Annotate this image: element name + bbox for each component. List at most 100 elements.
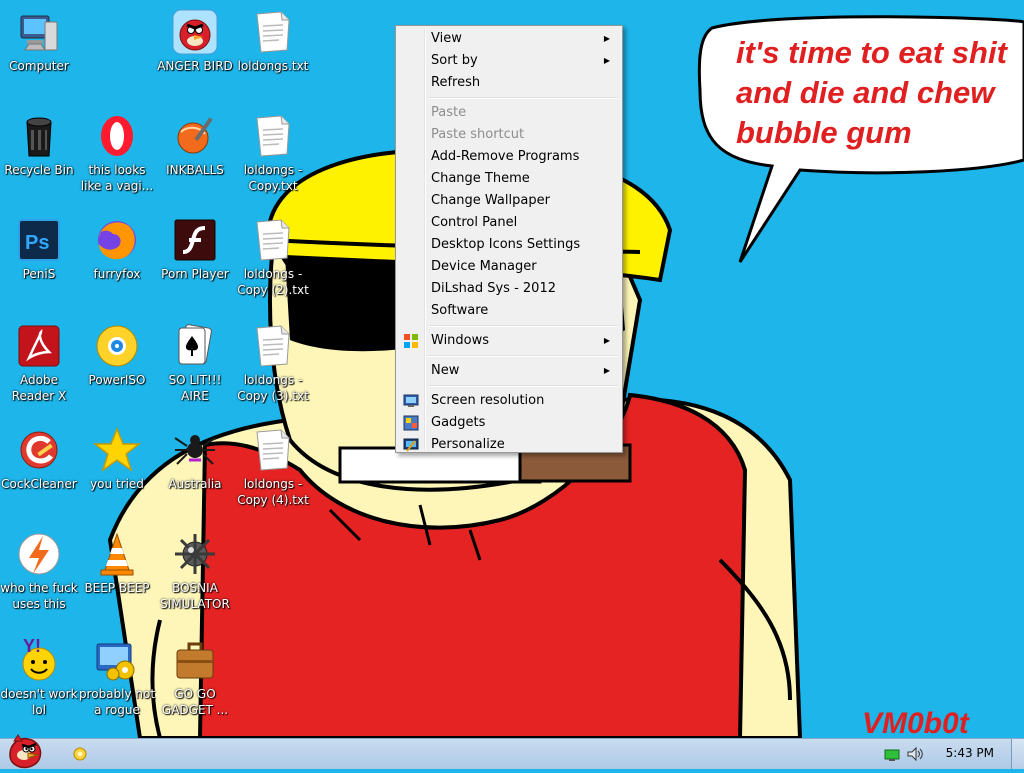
menu-separator [428,97,618,99]
yahoo-messenger-icon: Y! [22,636,56,681]
windows-flag-icon [404,334,418,348]
winamp-icon [18,533,60,575]
menu-item-label: Paste [431,105,467,120]
desktop-icon[interactable]: Recycle Bin [0,112,78,178]
desktop-icon[interactable]: loldongs - Copy (4).txt [234,426,312,508]
desktop-icon[interactable]: CockCleaner [0,426,78,492]
desktop-icon[interactable]: Ps PeniS [0,216,78,282]
tray-network-icon[interactable] [884,747,900,761]
menu-item-software[interactable]: Software [398,300,620,322]
desktop-icon-label: loldongs.txt [237,59,309,73]
desktop-icon-label: BOSNIA SIMULATOR [160,581,230,611]
text-file-icon [256,115,290,157]
desktop-icon[interactable]: loldongs - Copy (2).txt [234,216,312,298]
recycle-bin-icon [26,117,52,157]
menu-item-change-theme[interactable]: Change Theme [398,168,620,190]
desktop-icon[interactable]: loldongs.txt [234,8,312,74]
desktop-icon[interactable]: Y! doesn't work lol [0,636,78,718]
show-desktop-button[interactable] [1011,739,1024,769]
desktop-icon-label: Computer [9,59,69,73]
menu-item-label: Sort by [431,53,478,68]
desktop-icon-label: loldongs - Copy (4).txt [237,477,309,507]
network-icon [884,749,900,761]
desktop-icon[interactable]: probably not a rogue [78,636,156,718]
menu-item-new[interactable]: New ▶ [398,360,620,382]
menu-item-desktop-icons-settings[interactable]: Desktop Icons Settings [398,234,620,256]
desktop-icon-label: doesn't work lol [0,687,78,717]
menu-item-change-wallpaper[interactable]: Change Wallpaper [398,190,620,212]
text-file-icon [256,325,290,367]
svg-text:bubble gum: bubble gum [736,115,912,150]
desktop-icon[interactable]: ANGER BIRD [156,8,234,74]
desktop-icon-label: PowerISO [88,373,146,387]
desktop-icon[interactable]: SO LIT!!! AIRE [156,322,234,404]
desktop-icon-label: BEEP BEEP [84,581,150,595]
text-file-icon [256,429,290,471]
taskbar-pinned-program[interactable] [70,744,90,764]
desktop-icon-label: this looks like a vagi... [80,163,154,193]
desktop-icon-label: loldongs - Copy.txt [243,163,303,193]
svg-text:Ps: Ps [25,232,49,254]
inkball-icon [177,117,213,154]
desktop-icon[interactable]: furryfox [78,216,156,282]
menu-item-add-remove-programs[interactable]: Add-Remove Programs [398,146,620,168]
menu-item-label: Add-Remove Programs [431,149,580,164]
menu-item-device-manager[interactable]: Device Manager [398,256,620,278]
menu-item-paste-shortcut: Paste shortcut [398,124,620,146]
volume-icon [907,746,923,762]
personalize-icon [403,438,419,452]
menu-item-label: Desktop Icons Settings [431,237,581,252]
opera-icon [101,116,133,156]
desktop-icon[interactable]: Australia [156,426,234,492]
desktop-icon[interactable]: who the fuck uses this [0,530,78,612]
menu-item-label: DiLshad Sys - 2012 [431,281,556,296]
desktop-icon[interactable]: BEEP BEEP [78,530,156,596]
desktop-icon[interactable]: you tried [78,426,156,492]
desktop-icon-label: PeniS [22,267,56,281]
menu-item-label: Device Manager [431,259,537,274]
menu-item-gadgets[interactable]: Gadgets [398,412,620,434]
desktop-icon[interactable]: PowerISO [78,322,156,388]
menu-item-screen-resolution[interactable]: Screen resolution [398,390,620,412]
desktop-icon-label: loldongs - Copy (2).txt [237,267,309,297]
menu-item-label: Control Panel [431,215,518,230]
briefcase-icon [176,642,214,679]
start-button[interactable] [4,733,44,769]
gadgets-icon [403,415,419,431]
desktop-icon[interactable]: Adobe Reader X [0,322,78,404]
desktop-icon[interactable]: BOSNIA SIMULATOR [156,530,234,612]
menu-item-label: Software [431,303,489,318]
tray-volume-icon[interactable] [906,746,924,762]
solitaire-cards-icon [178,324,212,365]
menu-item-sort-by[interactable]: Sort by ▶ [398,50,620,72]
desktop-icon[interactable]: INKBALLS [156,112,234,178]
menu-item-refresh[interactable]: Refresh [398,72,620,94]
menu-item-control-panel[interactable]: Control Panel [398,212,620,234]
desktop-icon-label: loldongs - Copy (3).txt [237,373,309,403]
desktop-icon[interactable]: loldongs - Copy.txt [234,112,312,194]
submenu-arrow-icon: ▶ [603,56,610,65]
desktop-icon-label: furryfox [93,267,141,281]
desktop-icon[interactable]: loldongs - Copy (3).txt [234,322,312,404]
menu-item-label: New [431,363,460,378]
desktop-icon[interactable]: this looks like a vagi... [78,112,156,194]
desktop[interactable]: it's time to eat shit and die and chew b… [0,0,1024,738]
menu-item-dilshad-sys-2012[interactable]: DiLshad Sys - 2012 [398,278,620,300]
menu-item-label: Change Wallpaper [431,193,550,208]
desktop-icon[interactable]: GO GO GADGET ... [156,636,234,718]
star-icon [93,426,141,472]
desktop-icon[interactable]: Computer [0,8,78,74]
menu-item-windows[interactable]: Windows ▶ [398,330,620,352]
ccleaner-icon [20,431,58,469]
desktop-icon-label: ANGER BIRD [157,59,233,73]
menu-item-personalize[interactable]: Personalize [398,434,620,456]
taskbar: 5:43 PM [0,734,1024,769]
desktop-icon[interactable]: Porn Player [156,216,234,282]
firefox-icon [98,221,136,260]
adobe-reader-icon [18,325,60,367]
menu-item-label: Gadgets [431,415,486,430]
desktop-icon-label: who the fuck uses this [0,581,78,611]
system-clock[interactable]: 5:43 PM [946,746,994,760]
menu-item-view[interactable]: View ▶ [398,28,620,50]
spider-solitaire-icon [174,435,216,465]
